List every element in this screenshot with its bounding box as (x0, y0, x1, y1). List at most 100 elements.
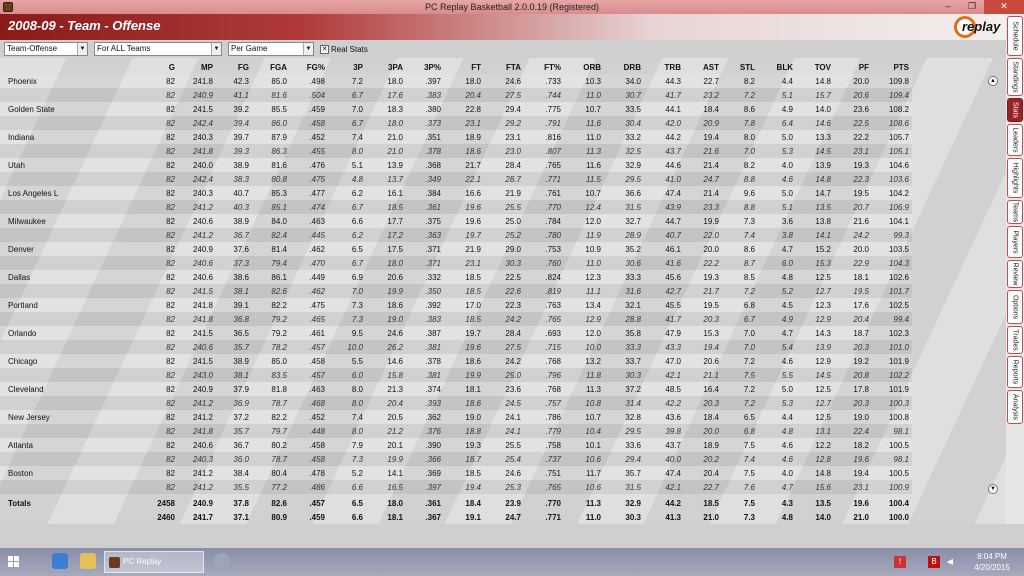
column-header[interactable]: PF (834, 60, 872, 74)
maximize-button[interactable]: ❐ (960, 0, 984, 14)
table-row[interactable]: New Jersey 82 241.2 37.2 82.2.452 7.4 20.5.362… (0, 410, 912, 424)
table-row[interactable]: Milwaukee 82 240.6 38.9 84.0.463 6.6 17.7.375 1… (0, 214, 912, 228)
column-header[interactable]: BLK (758, 60, 796, 74)
checkbox-box[interactable]: ✕ (320, 44, 329, 54)
column-header[interactable]: FTA (484, 60, 524, 74)
stat-cell: 8.0 (328, 424, 366, 438)
speaker-icon[interactable]: ◀ (944, 556, 956, 568)
side-tab-schedule[interactable]: Schedule (1007, 16, 1023, 56)
mode-select[interactable]: Per Game ▼ (228, 42, 314, 56)
stat-cell: 82 (142, 438, 178, 452)
file-explorer-icon[interactable] (80, 553, 96, 569)
column-header[interactable]: TOV (796, 60, 834, 74)
side-tab-reports[interactable]: Reports (1007, 356, 1023, 388)
table-row[interactable]: 2460 241.7 37.1 80.9 .459 6.6 18.1 .367 19.1 24.7… (0, 510, 912, 524)
table-row[interactable]: 82 241.2 35.5 77.2.486 6.6 16.5.397 19.4 25.3.7… (0, 480, 912, 494)
stat-cell: 240.0 (178, 158, 216, 172)
column-header[interactable]: FT (444, 60, 484, 74)
stat-cell: 19.3 (834, 158, 872, 172)
column-header[interactable]: 3PA (366, 60, 406, 74)
program-icon[interactable] (214, 553, 230, 569)
side-tab-highlights[interactable]: Highlights (1007, 158, 1023, 198)
column-header[interactable]: G (142, 60, 178, 74)
side-tab-standings[interactable]: Standings (1007, 58, 1023, 96)
alert-icon[interactable]: ! (894, 556, 906, 568)
table-row[interactable]: Los Angeles L 82 240.3 40.7 85.3.477 6.2 16.1.… (0, 186, 912, 200)
table-row[interactable]: Cleveland 82 240.9 37.9 81.8.463 8.0 21.3.374 1… (0, 382, 912, 396)
internet-explorer-icon[interactable] (52, 553, 68, 569)
real-stats-checkbox[interactable]: ✕ Real Stats (320, 44, 368, 54)
table-row[interactable]: Phoenix 82 241.8 42.3 85.0.498 7.2 18.0.397 18.… (0, 74, 912, 88)
table-row[interactable]: 82 242.4 39.4 86.0.458 6.7 18.0.373 23.1 29.2.7… (0, 116, 912, 130)
stat-cell: .458 (290, 354, 328, 368)
stat-cell: 20.4 (366, 396, 406, 410)
table-row[interactable]: Golden State 82 241.5 39.2 85.5.459 7.0 18.3.3… (0, 102, 912, 116)
system-clock[interactable]: 8:04 PM 4/20/2015 (968, 551, 1016, 573)
column-header[interactable]: TRB (644, 60, 684, 74)
table-row[interactable]: 82 240.3 36.0 78.7.458 7.3 19.9.366 18.7 25.4.7… (0, 452, 912, 466)
side-tab-review[interactable]: Review (1007, 260, 1023, 288)
column-header[interactable]: FG% (290, 60, 328, 74)
stat-cell: 7.2 (722, 88, 758, 102)
table-row[interactable]: 82 240.6 37.3 79.4.470 6.7 18.0.371 23.1 30.3.7… (0, 256, 912, 270)
table-row[interactable]: Atlanta 82 240.6 36.7 80.2.458 7.9 20.1.390 19.… (0, 438, 912, 452)
table-row[interactable]: Utah 82 240.0 38.9 81.6.476 5.1 13.9.368 21.7 28… (0, 158, 912, 172)
table-row[interactable]: Portland 82 241.8 39.1 82.2.475 7.3 18.6.392 17… (0, 298, 912, 312)
stat-cell: 38.6 (216, 270, 252, 284)
table-row[interactable]: Orlando 82 241.5 36.5 79.2.461 9.5 24.6.387 19.… (0, 326, 912, 340)
table-row[interactable]: 82 241.8 35.7 79.7.448 8.0 21.2.376 18.8 24.1.7… (0, 424, 912, 438)
column-header[interactable]: STL (722, 60, 758, 74)
table-row[interactable]: 82 241.5 38.1 82.6.462 7.0 19.9.350 18.5 22.6.8… (0, 284, 912, 298)
table-row[interactable]: Denver 82 240.9 37.6 81.4.462 6.5 17.5.371 21.9… (0, 242, 912, 256)
column-header[interactable]: FG (216, 60, 252, 74)
column-header[interactable]: FT% (524, 60, 564, 74)
table-row[interactable]: 82 241.8 39.3 86.3.455 8.0 21.0.378 18.6 23.0.8… (0, 144, 912, 158)
side-tab-analysis[interactable]: Analysis (1007, 390, 1023, 424)
column-header[interactable]: ORB (564, 60, 604, 74)
chevron-down-icon[interactable]: ▼ (77, 43, 87, 55)
stat-cell: 104.2 (872, 186, 912, 200)
category-select[interactable]: Team-Offense ▼ (4, 42, 88, 56)
column-header[interactable]: FGA (252, 60, 290, 74)
table-row[interactable]: 82 241.2 36.9 78.7.468 8.0 20.4.393 18.6 24.5.7… (0, 396, 912, 410)
table-row[interactable]: Totals 2458 240.9 37.8 82.6 .457 6.5 18.0 .361 18… (0, 496, 912, 510)
scroll-down-button[interactable]: ▼ (988, 484, 998, 494)
side-tab-teams[interactable]: Teams (1007, 200, 1023, 224)
taskbar-app-button[interactable]: PC Replay Basketball... (104, 551, 204, 573)
column-header[interactable]: 3P (328, 60, 366, 74)
stat-cell: .760 (524, 256, 564, 270)
table-row[interactable]: 82 240.6 35.7 78.2.457 10.0 26.2.381 19.6 27.5.… (0, 340, 912, 354)
table-row[interactable]: 82 242.4 38.3 80.8.475 4.8 13.7.349 22.1 28.7.7… (0, 172, 912, 186)
table-row[interactable]: 82 241.2 36.7 82.4.445 6.2 17.2.363 19.7 25.2.7… (0, 228, 912, 242)
close-button[interactable]: ✕ (984, 0, 1024, 14)
side-tab-trades[interactable]: Trades (1007, 326, 1023, 354)
table-row[interactable]: 82 240.9 41.1 81.6.504 6.7 17.6.383 20.4 27.5.7… (0, 88, 912, 102)
table-row[interactable]: Chicago 82 241.5 38.9 85.0.458 5.5 14.6.378 18.… (0, 354, 912, 368)
scope-select[interactable]: For ALL Teams ▼ (94, 42, 222, 56)
stat-cell: 14.8 (796, 466, 834, 480)
side-tab-leaders[interactable]: Leaders (1007, 124, 1023, 156)
side-tab-players[interactable]: Players (1007, 226, 1023, 258)
column-header[interactable]: PTS (872, 60, 912, 74)
column-header[interactable]: 3P% (406, 60, 444, 74)
table-row[interactable]: Dallas 82 240.6 38.6 86.1.449 6.9 20.6.332 18.5… (0, 270, 912, 284)
tray-b-icon[interactable]: B (928, 556, 940, 568)
column-header[interactable]: MP (178, 60, 216, 74)
minimize-button[interactable]: ‒ (936, 0, 960, 14)
side-tab-options[interactable]: Options (1007, 290, 1023, 324)
stat-cell: .390 (406, 438, 444, 452)
table-row[interactable]: Boston 82 241.2 38.4 80.4.478 5.2 14.1.369 18.5… (0, 466, 912, 480)
table-row[interactable]: 82 241.2 40.3 85.1.474 6.7 18.5.361 19.6 25.5.7… (0, 200, 912, 214)
column-header[interactable] (0, 60, 142, 74)
table-row[interactable]: Indiana 82 240.3 39.7 87.9.452 7.4 21.0.351 18.… (0, 130, 912, 144)
scroll-up-button[interactable]: ▲ (988, 76, 998, 86)
column-header[interactable]: DRB (604, 60, 644, 74)
chevron-down-icon[interactable]: ▼ (211, 43, 221, 55)
stat-cell: 11.3 (585, 498, 601, 508)
table-row[interactable]: 82 243.0 38.1 83.5.457 6.0 15.8.381 19.9 25.0.7… (0, 368, 912, 382)
windows-start-icon[interactable] (8, 556, 20, 568)
side-tab-stats[interactable]: Stats (1007, 98, 1023, 122)
column-header[interactable]: AST (684, 60, 722, 74)
chevron-down-icon[interactable]: ▼ (303, 43, 313, 55)
table-row[interactable]: 82 241.8 36.8 79.2.465 7.3 19.0.383 18.5 24.2.7… (0, 312, 912, 326)
